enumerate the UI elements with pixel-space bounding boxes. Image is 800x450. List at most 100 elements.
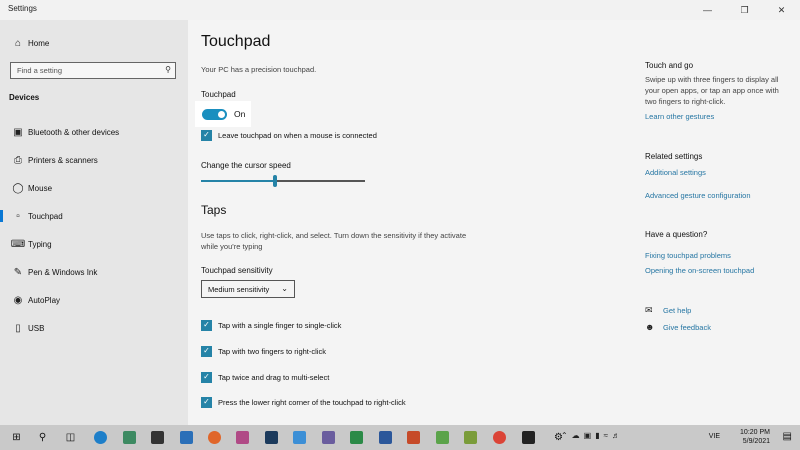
usb-icon: ▯ bbox=[15, 322, 21, 334]
taps-heading: Taps bbox=[201, 203, 227, 217]
maximize-icon[interactable]: ❐ bbox=[726, 0, 763, 20]
mail-icon[interactable] bbox=[180, 431, 193, 444]
powerpoint-icon[interactable] bbox=[407, 431, 420, 444]
fixing-touchpad-link[interactable]: Fixing touchpad problems bbox=[645, 251, 731, 260]
page-subtitle: Your PC has a precision touchpad. bbox=[201, 65, 317, 74]
keyboard-icon: ⌨ bbox=[10, 238, 26, 250]
search-icon[interactable]: ⚲ bbox=[165, 65, 171, 74]
slider-track-empty bbox=[277, 180, 365, 182]
search-input[interactable]: Find a setting ⚲ bbox=[10, 62, 176, 79]
sidebar-item-label: Mouse bbox=[28, 183, 53, 193]
cloud-icon[interactable]: ☁ bbox=[572, 431, 580, 440]
sidebar-item-touchpad[interactable]: ▫ Touchpad bbox=[0, 204, 188, 228]
slider-thumb[interactable] bbox=[273, 175, 277, 187]
checkmark-icon: ✓ bbox=[201, 396, 212, 408]
sidebar: ⌂ Home Find a setting ⚲ Devices ▣ Blueto… bbox=[0, 20, 188, 425]
word-icon[interactable] bbox=[379, 431, 392, 444]
touchpad-label: Touchpad bbox=[201, 90, 236, 99]
task-view-icon[interactable]: ◫ bbox=[62, 429, 79, 446]
sidebar-home[interactable]: ⌂ Home bbox=[0, 31, 188, 55]
get-help-link[interactable]: ✉ Get help bbox=[645, 305, 691, 316]
settings-window: Settings — ❐ ✕ ⌂ Home Find a setting ⚲ D… bbox=[0, 0, 800, 425]
close-icon[interactable]: ✕ bbox=[763, 0, 800, 20]
app-icon[interactable] bbox=[464, 431, 477, 444]
edge-icon[interactable] bbox=[94, 431, 107, 444]
leave-touchpad-on-checkbox[interactable]: ✓ Leave touchpad on when a mouse is conn… bbox=[201, 128, 377, 142]
app-icon[interactable] bbox=[236, 431, 249, 444]
language-indicator[interactable]: VIE bbox=[709, 433, 720, 440]
checkbox-label: Press the lower right corner of the touc… bbox=[218, 397, 406, 407]
related-settings-heading: Related settings bbox=[645, 152, 703, 161]
question-heading: Have a question? bbox=[645, 230, 708, 239]
clock-date: 5/9/2021 bbox=[742, 438, 770, 445]
help-chat-icon: ✉ bbox=[645, 305, 653, 315]
clock-time: 10:20 PM bbox=[740, 429, 770, 436]
sidebar-item-label: USB bbox=[28, 323, 45, 333]
excel-icon[interactable] bbox=[350, 431, 363, 444]
start-icon[interactable]: ⊞ bbox=[8, 429, 25, 446]
taps-description: Use taps to click, right-click, and sele… bbox=[201, 231, 467, 251]
app-icon[interactable] bbox=[123, 431, 136, 444]
touch-go-description: Swipe up with three fingers to display a… bbox=[645, 75, 779, 106]
cursor-speed-slider[interactable] bbox=[201, 175, 365, 187]
give-feedback-label: Give feedback bbox=[663, 322, 711, 332]
sensitivity-value: Medium sensitivity bbox=[208, 285, 270, 294]
learn-gestures-link[interactable]: Learn other gestures bbox=[645, 112, 714, 121]
tap-single-finger-checkbox[interactable]: ✓ Tap with a single finger to single-cli… bbox=[201, 318, 341, 332]
get-help-label: Get help bbox=[663, 306, 692, 315]
battery-icon[interactable]: ▮ bbox=[595, 431, 599, 440]
chevron-down-icon: ⌄ bbox=[281, 284, 288, 293]
slider-track-filled bbox=[201, 180, 273, 182]
page-title: Touchpad bbox=[201, 33, 271, 50]
advanced-gesture-link[interactable]: Advanced gesture configuration bbox=[645, 191, 751, 200]
firefox-icon[interactable] bbox=[208, 431, 221, 444]
lower-right-corner-checkbox[interactable]: ✓ Press the lower right corner of the to… bbox=[201, 395, 406, 409]
checkbox-label: Tap with two fingers to right-click bbox=[218, 346, 326, 356]
tap-two-fingers-checkbox[interactable]: ✓ Tap with two fingers to right-click bbox=[201, 344, 326, 358]
notification-icon[interactable]: ▤ bbox=[783, 431, 792, 442]
sidebar-item-label: Touchpad bbox=[28, 211, 63, 221]
minimize-icon[interactable]: — bbox=[689, 0, 726, 20]
search-icon[interactable]: ⚲ bbox=[34, 429, 51, 446]
checkmark-icon: ✓ bbox=[201, 371, 212, 383]
sidebar-item-printers[interactable]: ⎙ Printers & scanners bbox=[0, 148, 188, 172]
zalo-icon[interactable] bbox=[293, 431, 306, 444]
app-tray-icon[interactable]: ▣ bbox=[584, 431, 592, 440]
printer-icon: ⎙ bbox=[14, 154, 22, 166]
mouse-icon: ◯ bbox=[12, 182, 24, 194]
touchpad-toggle[interactable] bbox=[202, 109, 227, 120]
wifi-icon[interactable]: ≈ bbox=[604, 431, 608, 440]
cursor-speed-label: Change the cursor speed bbox=[201, 161, 291, 170]
sidebar-item-usb[interactable]: ▯ USB bbox=[0, 316, 188, 340]
home-icon: ⌂ bbox=[14, 37, 22, 49]
tap-twice-drag-checkbox[interactable]: ✓ Tap twice and drag to multi-select bbox=[201, 370, 329, 384]
chevron-up-icon[interactable]: ⌃ bbox=[561, 431, 568, 440]
window-controls: — ❐ ✕ bbox=[689, 0, 800, 20]
touchpad-toggle-highlight: On bbox=[195, 101, 251, 127]
toggle-state: On bbox=[234, 109, 246, 119]
photoshop-icon[interactable] bbox=[265, 431, 278, 444]
onscreen-touchpad-link[interactable]: Opening the on-screen touchpad bbox=[645, 266, 754, 275]
terminal-icon[interactable] bbox=[522, 431, 535, 444]
sidebar-section-heading: Devices bbox=[9, 93, 40, 102]
additional-settings-link[interactable]: Additional settings bbox=[645, 168, 706, 177]
app-icon[interactable] bbox=[322, 431, 335, 444]
chrome-icon[interactable] bbox=[493, 431, 506, 444]
store-icon[interactable] bbox=[151, 431, 164, 444]
sidebar-item-typing[interactable]: ⌨ Typing bbox=[0, 232, 188, 256]
give-feedback-link[interactable]: ☻ Give feedback bbox=[645, 322, 711, 332]
sidebar-item-autoplay[interactable]: ◉ AutoPlay bbox=[0, 288, 188, 312]
sensitivity-dropdown[interactable]: Medium sensitivity ⌄ bbox=[201, 280, 295, 298]
sidebar-item-mouse[interactable]: ◯ Mouse bbox=[0, 176, 188, 200]
touch-go-heading: Touch and go bbox=[645, 61, 694, 70]
checkbox-label: Leave touchpad on when a mouse is connec… bbox=[218, 130, 377, 140]
sidebar-item-bluetooth[interactable]: ▣ Bluetooth & other devices bbox=[0, 120, 188, 144]
volume-icon[interactable]: ♬ bbox=[612, 431, 620, 440]
bluetooth-icon: ▣ bbox=[13, 126, 23, 138]
sidebar-item-pen[interactable]: ✎ Pen & Windows Ink bbox=[0, 260, 188, 284]
checkbox-label: Tap twice and drag to multi-select bbox=[218, 372, 330, 382]
sidebar-home-label: Home bbox=[28, 38, 50, 48]
app-icon[interactable] bbox=[436, 431, 449, 444]
sidebar-item-label: Pen & Windows Ink bbox=[28, 267, 98, 277]
clock[interactable]: 10:20 PM 5/9/2021 bbox=[740, 428, 770, 446]
